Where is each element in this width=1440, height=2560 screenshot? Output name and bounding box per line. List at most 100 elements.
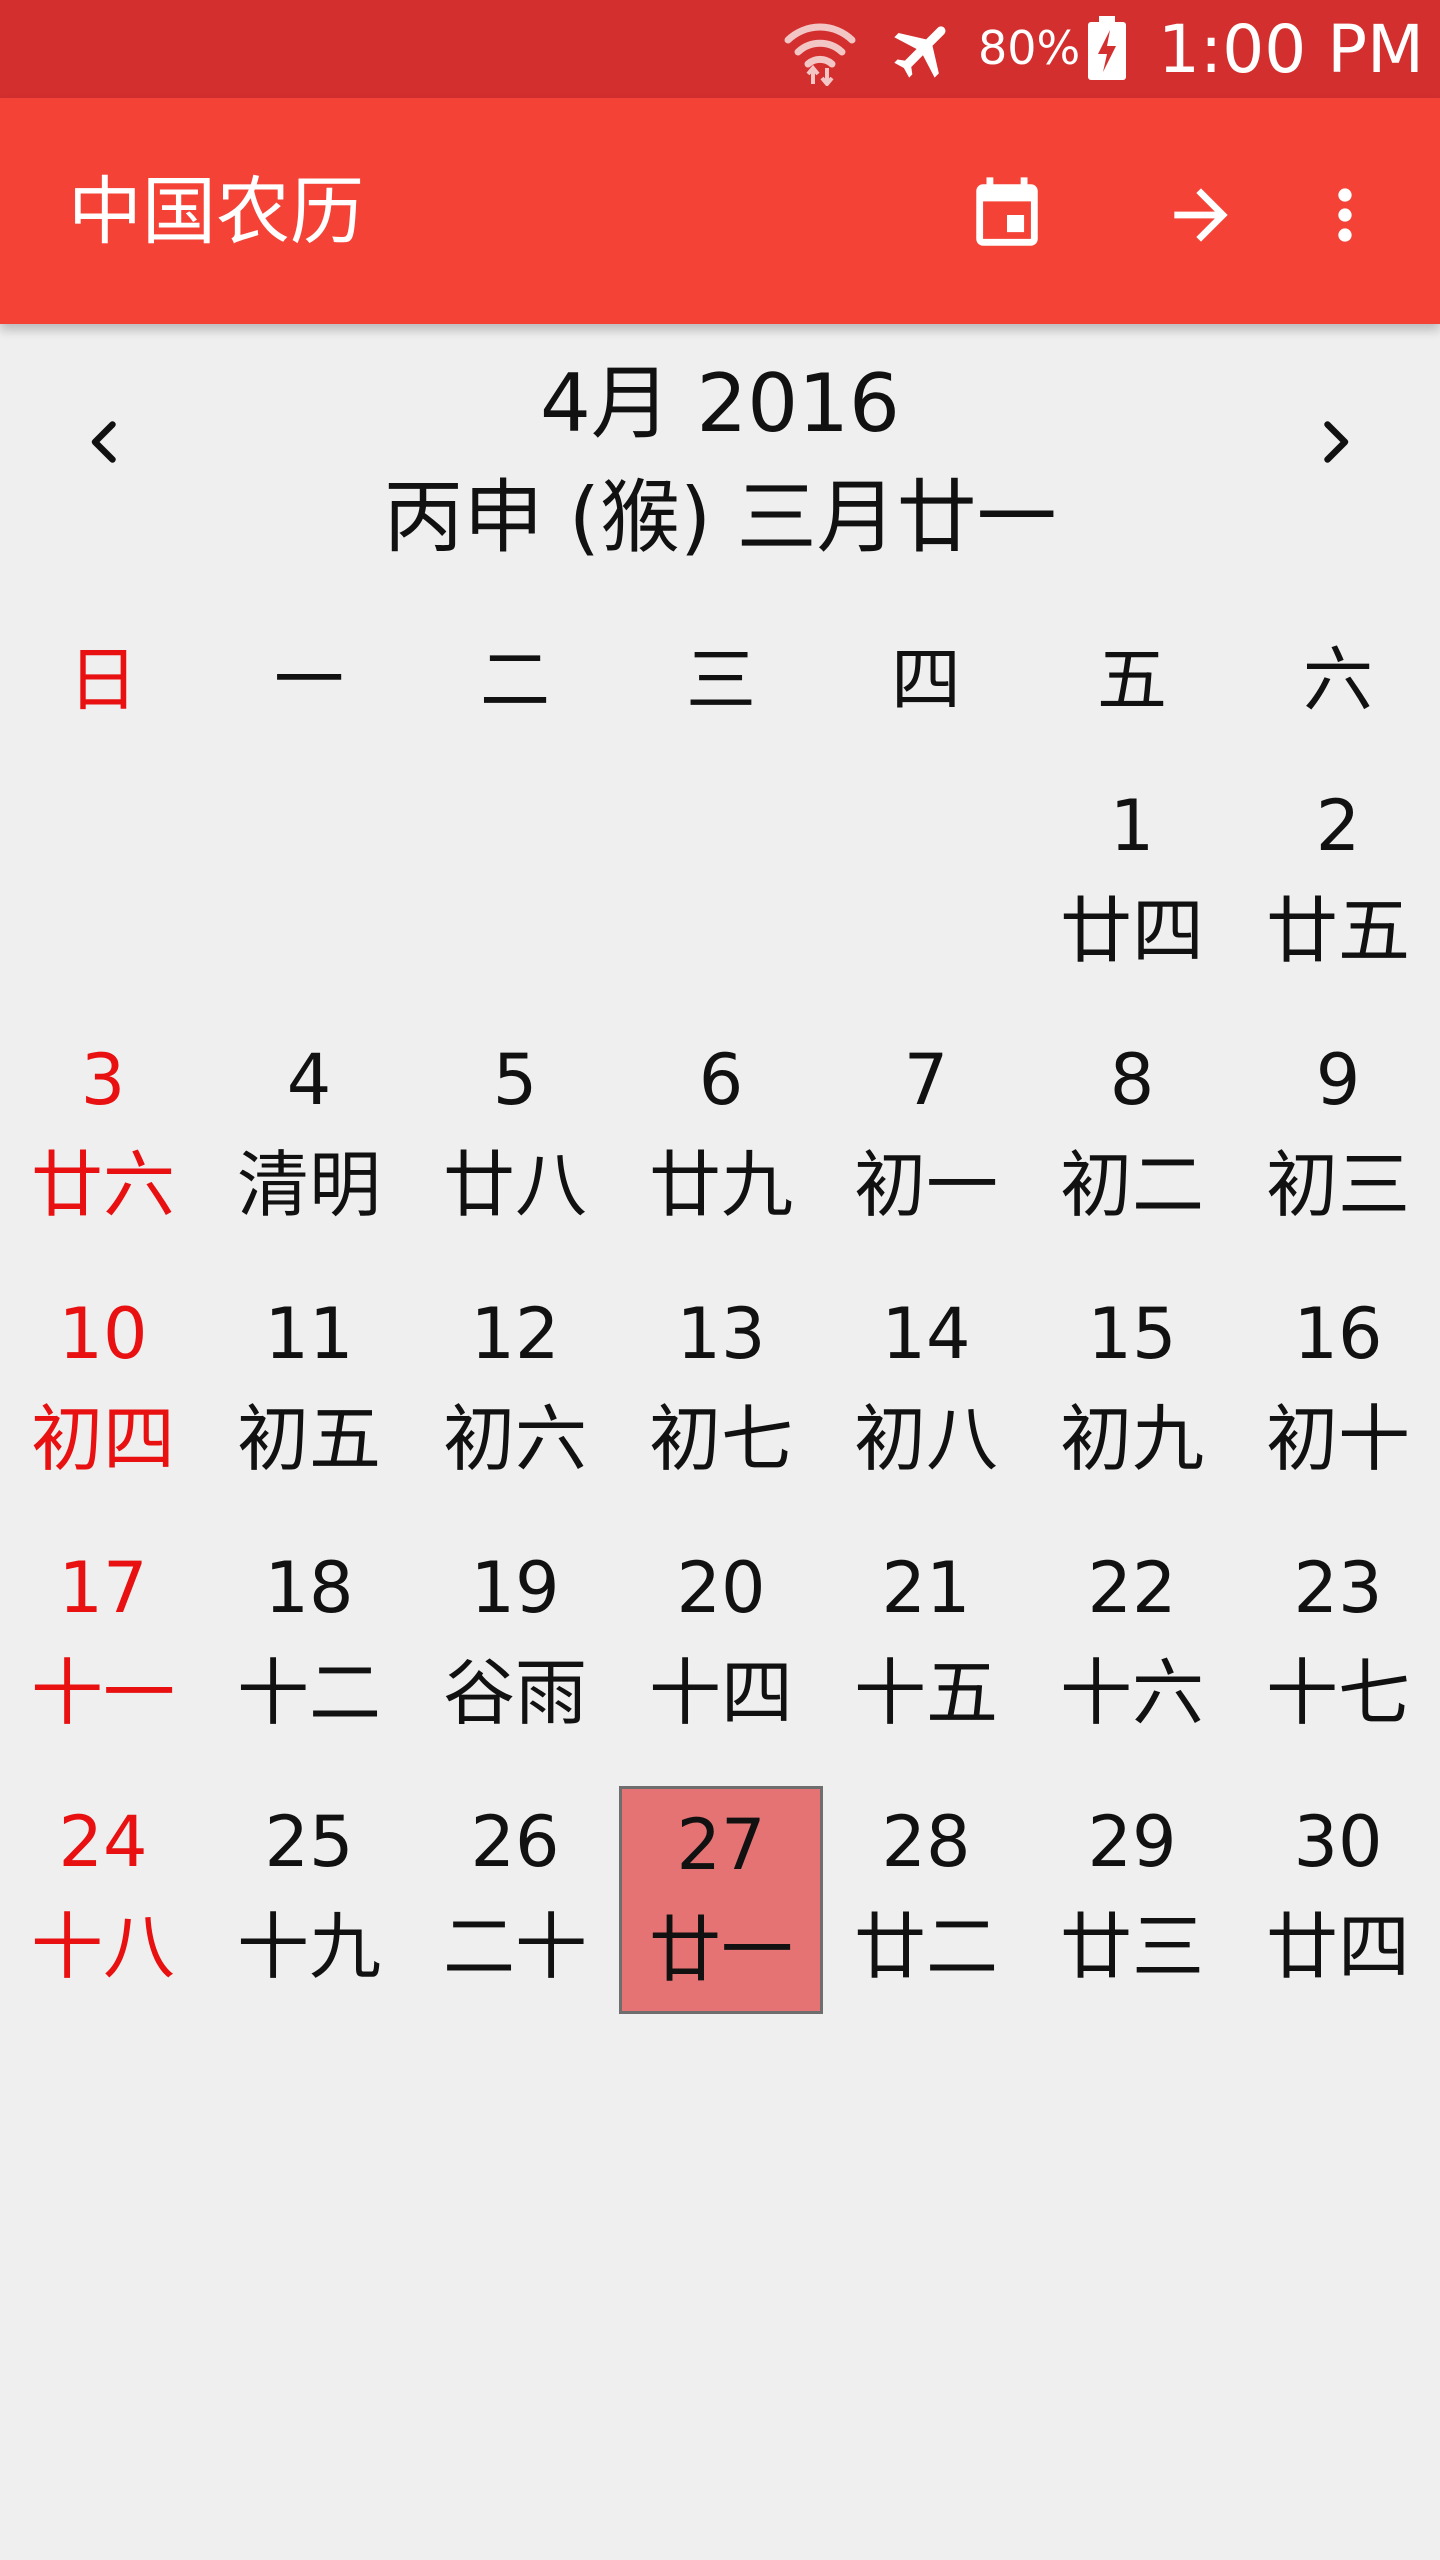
calendar-day[interactable]: 28 廿二 — [824, 1786, 1028, 2014]
gregorian-date: 8 — [1109, 1039, 1155, 1121]
calendar-day[interactable]: 24 十八 — [1, 1786, 205, 2014]
lunar-date: 十二 — [236, 1651, 381, 1735]
gregorian-date: 27 — [676, 1804, 766, 1886]
lunar-date: 廿四 — [1059, 889, 1204, 973]
battery-percentage: 80% — [978, 21, 1081, 75]
weekday-label: 日 — [68, 639, 138, 721]
calendar-day[interactable]: 18 十二 — [207, 1532, 411, 1760]
airplane-mode-icon — [894, 26, 946, 78]
more-vert-icon — [1338, 188, 1352, 242]
calendar-day[interactable]: 7 初一 — [824, 1024, 1028, 1252]
gregorian-date: 10 — [58, 1293, 148, 1375]
calendar-day[interactable]: 20 十四 — [619, 1532, 823, 1760]
month-title: 4月 2016 — [540, 357, 900, 450]
gregorian-date: 24 — [58, 1801, 148, 1883]
calendar-day[interactable]: 23 十七 — [1236, 1532, 1440, 1760]
lunar-date: 初六 — [442, 1397, 587, 1481]
lunar-date: 初九 — [1059, 1397, 1204, 1481]
calendar-day[interactable]: 26 二十 — [413, 1786, 617, 2014]
calendar-day[interactable]: 22 十六 — [1030, 1532, 1234, 1760]
calendar-day[interactable]: 2 廿五 — [1236, 770, 1440, 998]
calendar-day[interactable]: 6 廿九 — [619, 1024, 823, 1252]
calendar-today-icon — [976, 177, 1038, 246]
lunar-date: 十四 — [648, 1651, 793, 1735]
weekday-label: 四 — [891, 639, 961, 721]
today-button[interactable] — [952, 160, 1062, 270]
weekday-label: 二 — [480, 639, 550, 721]
lunar-date: 廿五 — [1265, 889, 1410, 973]
calendar-day[interactable]: 5 廿八 — [413, 1024, 617, 1252]
app-bar: 中国农历 — [0, 98, 1440, 324]
weekday-label: 三 — [686, 639, 756, 721]
gregorian-date: 1 — [1109, 785, 1155, 867]
gregorian-date: 16 — [1293, 1293, 1383, 1375]
calendar-day-today[interactable]: 27 廿一 — [619, 1786, 823, 2014]
lunar-date: 初二 — [1059, 1143, 1204, 1227]
gregorian-date: 22 — [1087, 1547, 1177, 1629]
gregorian-date: 12 — [470, 1293, 560, 1375]
lunar-date: 十五 — [853, 1651, 998, 1735]
calendar-day[interactable]: 4 清明 — [207, 1024, 411, 1252]
lunar-date: 初一 — [853, 1143, 998, 1227]
lunar-date: 廿六 — [30, 1143, 175, 1227]
gregorian-date: 28 — [881, 1801, 971, 1883]
lunar-date: 廿八 — [442, 1143, 587, 1227]
battery-charging-icon — [1088, 16, 1126, 80]
calendar-day[interactable]: 30 廿四 — [1236, 1786, 1440, 2014]
lunar-date: 清明 — [236, 1143, 381, 1227]
gregorian-date: 11 — [264, 1293, 354, 1375]
clock: 1:00 PM — [1158, 11, 1424, 88]
lunar-date-title: 丙申 (猴) 三月廿一 — [383, 471, 1057, 564]
gregorian-date: 19 — [470, 1547, 560, 1629]
gregorian-date: 13 — [676, 1293, 766, 1375]
weekday-label: 六 — [1303, 639, 1373, 721]
gregorian-date: 14 — [881, 1293, 971, 1375]
gregorian-date: 21 — [881, 1547, 971, 1629]
calendar-day[interactable]: 3 廿六 — [1, 1024, 205, 1252]
lunar-date: 初五 — [236, 1397, 381, 1481]
lunar-date: 廿九 — [648, 1143, 793, 1227]
gregorian-date: 26 — [470, 1801, 560, 1883]
lunar-date: 十六 — [1059, 1651, 1204, 1735]
gregorian-date: 7 — [903, 1039, 949, 1121]
app-title: 中国农历 — [68, 169, 364, 255]
calendar-day[interactable]: 19 谷雨 — [413, 1532, 617, 1760]
calendar-day[interactable]: 25 十九 — [207, 1786, 411, 2014]
lunar-date: 初三 — [1265, 1143, 1410, 1227]
go-forward-button[interactable] — [1146, 160, 1256, 270]
calendar-day[interactable]: 15 初九 — [1030, 1278, 1234, 1506]
calendar-day[interactable]: 9 初三 — [1236, 1024, 1440, 1252]
lunar-date: 十七 — [1265, 1651, 1410, 1735]
gregorian-date: 9 — [1315, 1039, 1361, 1121]
calendar-day[interactable]: 1 廿四 — [1030, 770, 1234, 998]
calendar-day[interactable]: 8 初二 — [1030, 1024, 1234, 1252]
lunar-date: 十九 — [236, 1905, 381, 1989]
gregorian-date: 18 — [264, 1547, 354, 1629]
lunar-date: 二十 — [442, 1905, 587, 1989]
next-month-button[interactable] — [1290, 392, 1380, 492]
gregorian-date: 6 — [698, 1039, 744, 1121]
calendar-day[interactable]: 29 廿三 — [1030, 1786, 1234, 2014]
gregorian-date: 5 — [492, 1039, 538, 1121]
lunar-date: 初四 — [30, 1397, 175, 1481]
gregorian-date: 17 — [58, 1547, 148, 1629]
calendar-day[interactable]: 13 初七 — [619, 1278, 823, 1506]
calendar-day[interactable]: 21 十五 — [824, 1532, 1028, 1760]
gregorian-date: 20 — [676, 1547, 766, 1629]
calendar-day[interactable]: 12 初六 — [413, 1278, 617, 1506]
lunar-date: 初八 — [853, 1397, 998, 1481]
calendar-day[interactable]: 16 初十 — [1236, 1278, 1440, 1506]
overflow-menu-button[interactable] — [1290, 160, 1400, 270]
calendar-day[interactable]: 11 初五 — [207, 1278, 411, 1506]
weekday-header: 日一二三四五六 — [0, 630, 1440, 730]
wifi-icon — [784, 23, 856, 86]
calendar-day[interactable]: 14 初八 — [824, 1278, 1028, 1506]
lunar-date: 谷雨 — [442, 1651, 587, 1735]
calendar-day[interactable]: 10 初四 — [1, 1278, 205, 1506]
gregorian-date: 4 — [286, 1039, 332, 1121]
gregorian-date: 29 — [1087, 1801, 1177, 1883]
calendar-grid: 1 廿四 2 廿五 3 廿六 4 清明 5 廿八 6 廿九 7 初一 8 初二 9 初三 10 初四 11 初五 12 初六 1… — [0, 770, 1440, 2030]
weekday-label: 五 — [1097, 639, 1167, 721]
calendar-day[interactable]: 17 十一 — [1, 1532, 205, 1760]
status-bar: 80% 1:00 PM — [0, 0, 1440, 98]
